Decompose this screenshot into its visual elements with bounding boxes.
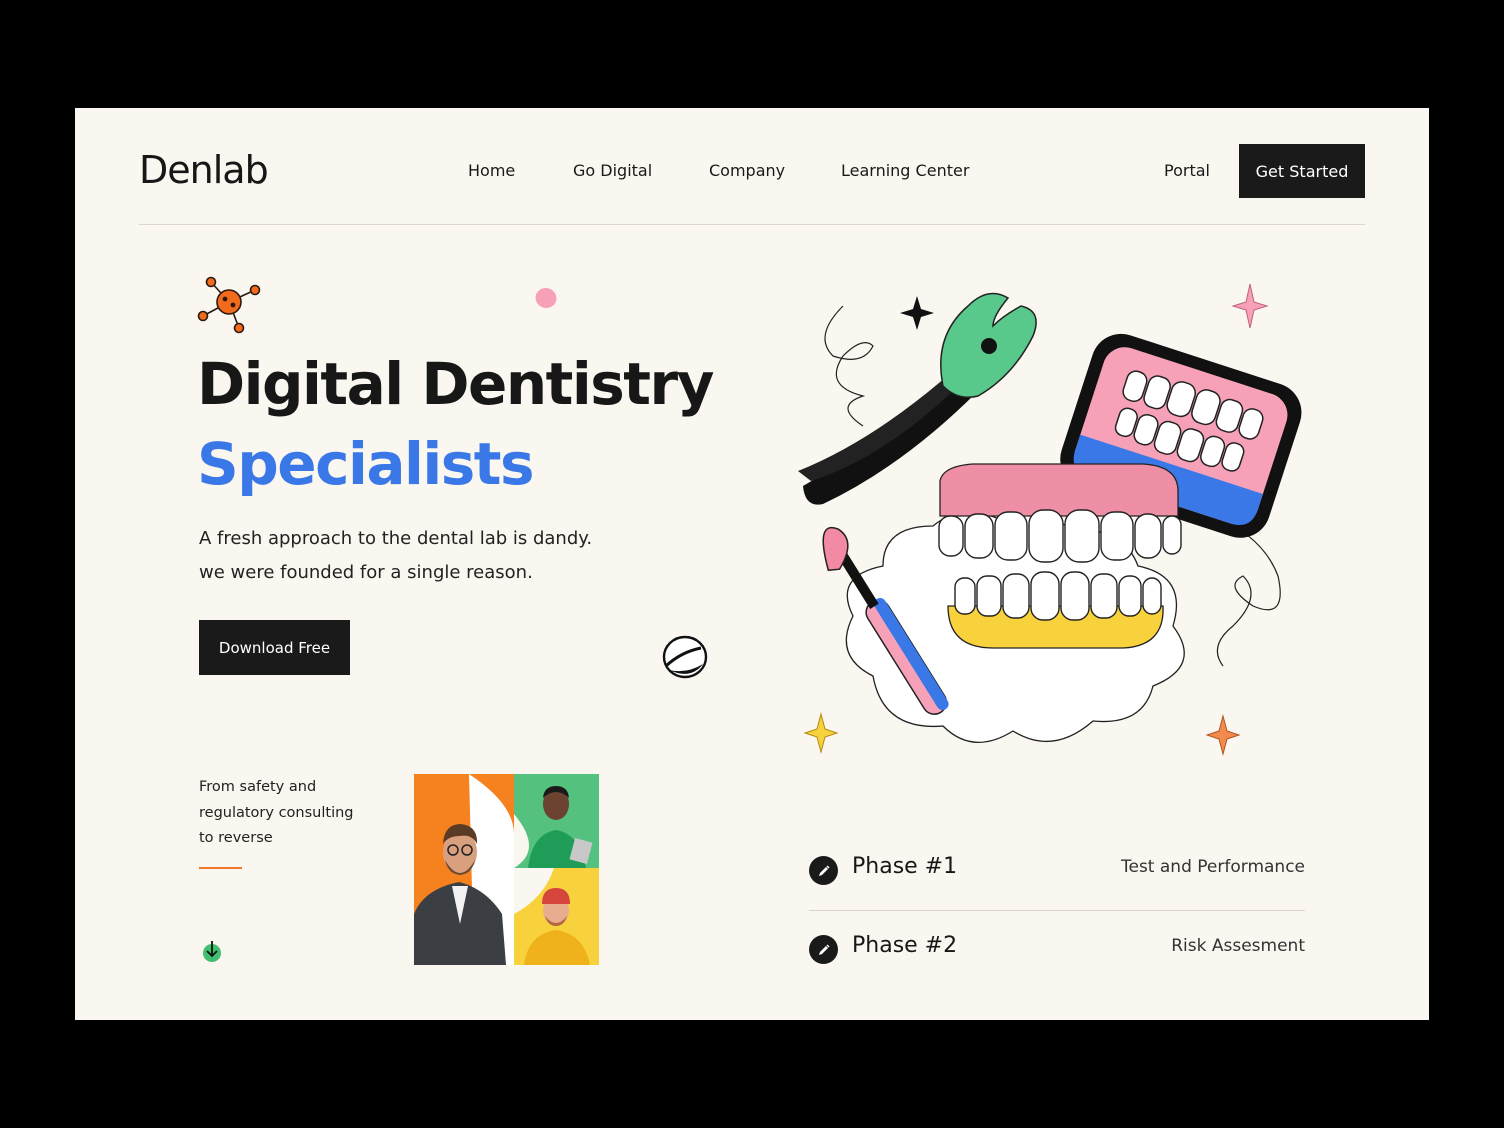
download-free-button[interactable]: Download Free [199, 620, 350, 675]
nav-item-go-digital[interactable]: Go Digital [573, 161, 652, 180]
hero-title: Digital Dentistry [197, 350, 714, 418]
side-note-line2: regulatory consulting [199, 804, 354, 821]
dental-illustration [798, 283, 1302, 756]
pink-blob-icon [535, 287, 557, 309]
person-avatar-1 [414, 774, 514, 965]
hero-description-line2: we were founded for a single reason. [199, 562, 533, 583]
phase-row-2[interactable]: Phase #2 Risk Assesment [809, 929, 1305, 969]
nav-item-learning-center[interactable]: Learning Center [841, 161, 969, 180]
landing-page: Denlab Home Go Digital Company Learning … [75, 108, 1429, 1020]
main-nav: Home Go Digital Company Learning Center … [75, 161, 1429, 185]
molecule-icon [197, 276, 261, 334]
pen-icon [809, 935, 838, 964]
hero-description-line1: A fresh approach to the dental lab is da… [199, 528, 593, 549]
phase-description: Risk Assesment [1171, 936, 1305, 956]
nav-item-home[interactable]: Home [468, 161, 515, 180]
team-photo-top [514, 774, 599, 868]
arrow-down-icon[interactable] [201, 940, 223, 962]
phase-description: Test and Performance [1121, 857, 1305, 877]
person-avatar-2 [514, 786, 593, 868]
person-avatar-3 [514, 868, 590, 965]
nav-item-company[interactable]: Company [709, 161, 785, 180]
phase-title: Phase #2 [852, 933, 958, 958]
hero-description: A fresh approach to the dental lab is da… [199, 522, 592, 590]
hero-title-accent: Specialists [197, 430, 535, 498]
team-photo-bottom [514, 868, 599, 965]
side-note-line3: to reverse [199, 830, 273, 846]
phase-title: Phase #1 [852, 854, 958, 879]
get-started-button[interactable]: Get Started [1239, 144, 1365, 198]
nav-item-portal[interactable]: Portal [1164, 161, 1210, 180]
side-note: From safety and regulatory consulting to… [199, 775, 354, 852]
accent-underline [199, 867, 242, 869]
pen-icon [809, 856, 838, 885]
phase-row-1[interactable]: Phase #1 Test and Performance [809, 850, 1305, 890]
phase-divider [809, 910, 1305, 911]
header-divider [139, 224, 1365, 225]
pill-icon [662, 635, 708, 679]
side-note-line1: From safety and [199, 779, 317, 795]
team-photo-main [414, 774, 514, 965]
